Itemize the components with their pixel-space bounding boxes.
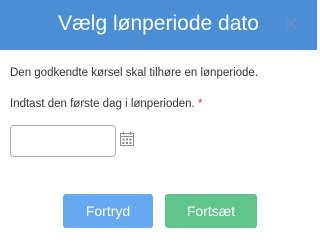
- required-marker: *: [197, 98, 203, 110]
- dialog-header: Vælg lønperiode dato ×: [0, 0, 317, 50]
- start-date-input[interactable]: [10, 125, 116, 157]
- dialog-title: Vælg lønperiode dato: [58, 12, 259, 35]
- close-icon[interactable]: ×: [278, 10, 304, 36]
- calendar-icon[interactable]: [119, 131, 135, 147]
- description-text: Den godkendte kørsel skal tilhøre en løn…: [10, 67, 259, 79]
- date-label: Indtast den første dag i lønperioden. *: [10, 98, 202, 110]
- continue-button[interactable]: Fortsæt: [165, 194, 257, 228]
- date-label-text: Indtast den første dag i lønperioden.: [10, 98, 195, 110]
- cancel-button[interactable]: Fortryd: [63, 194, 153, 228]
- select-pay-period-dialog: Vælg lønperiode dato × Den godkendte kør…: [0, 0, 317, 245]
